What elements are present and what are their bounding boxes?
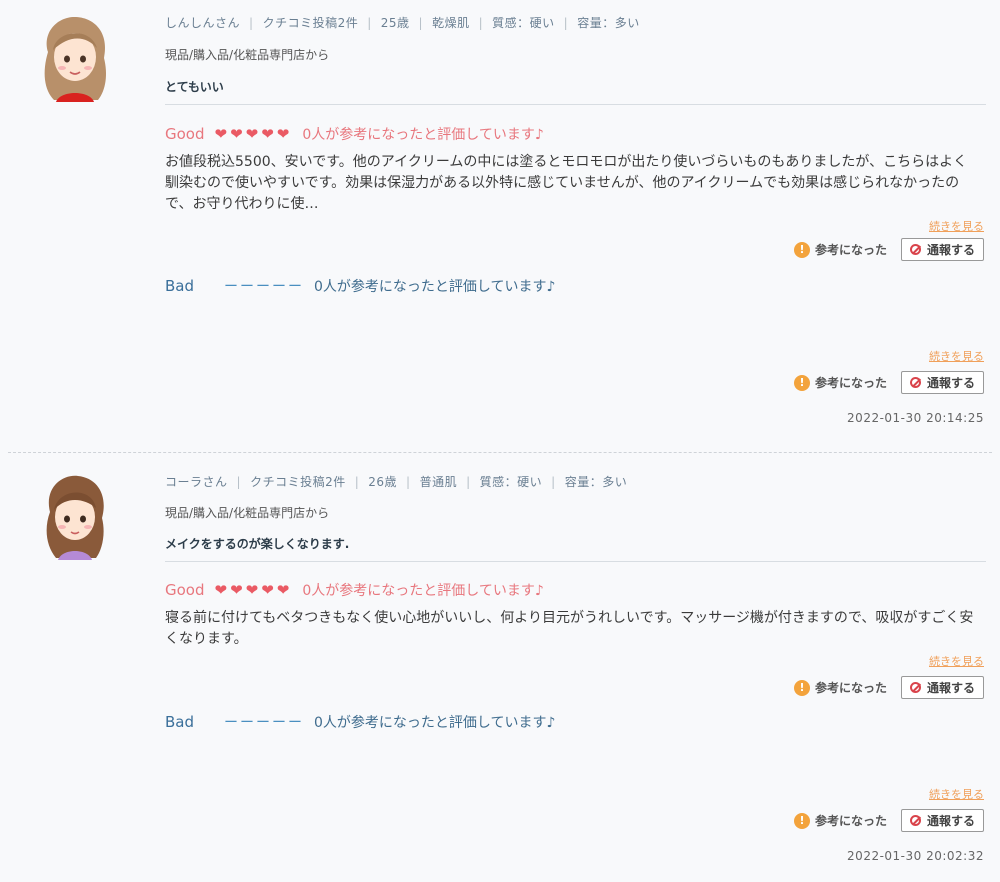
action-buttons: ! 参考になった 通報する: [793, 676, 984, 699]
reviewer-age: 26歳: [368, 475, 398, 489]
user-avatar-icon[interactable]: [34, 12, 116, 102]
read-more-link[interactable]: 続きを見る: [929, 786, 984, 802]
good-section-header: Good ❤❤❤❤❤ 0人が参考になったと評価しています♪: [165, 124, 544, 144]
lightbulb-icon: !: [793, 374, 810, 391]
report-button[interactable]: 通報する: [900, 238, 984, 261]
prohibit-icon: [909, 377, 921, 388]
reviewer-age: 25歳: [380, 16, 410, 30]
read-more-link[interactable]: 続きを見る: [929, 653, 984, 669]
report-label: 通報する: [926, 376, 975, 390]
review-card: コーラさん | クチコミ投稿2件 | 26歳 | 普通肌 | 質感：硬い | 容量：多い 現品/購入…: [0, 456, 1000, 882]
review-headline: メイクをするのが楽しくなります.: [165, 537, 350, 551]
prohibit-icon: [909, 244, 921, 255]
bad-label: Bad: [165, 713, 195, 731]
lightbulb-icon: !: [793, 241, 810, 258]
read-more-link[interactable]: 続きを見る: [929, 218, 984, 234]
reviewer-meta: コーラさん | クチコミ投稿2件 | 26歳 | 普通肌 | 質感：硬い | 容量：多い: [165, 475, 628, 489]
good-review-text: お値段税込5500、安いです。他のアイクリームの中には塗るとモロモロが出たり使い…: [165, 154, 968, 212]
good-label: Good: [165, 125, 205, 143]
texture-rating: 質感：硬い: [492, 16, 555, 30]
good-helpful-count: 0人が参考になったと評価しています♪: [302, 583, 544, 599]
review-timestamp: 2022-01-30 20:02:32: [847, 849, 984, 863]
reviewer-name[interactable]: コーラさん: [165, 475, 228, 489]
amount-rating: 容量：多い: [577, 16, 640, 30]
good-label: Good: [165, 581, 205, 599]
action-buttons: ! 参考になった 通報する: [793, 238, 984, 261]
helpful-label: 参考になった: [814, 376, 887, 390]
helpful-label: 参考になった: [814, 243, 887, 257]
purchase-source: 現品/購入品/化粧品専門店から: [165, 48, 330, 62]
read-more-link[interactable]: 続きを見る: [929, 348, 984, 364]
helpful-label: 参考になった: [814, 814, 887, 828]
helpful-button[interactable]: ! 参考になった: [793, 812, 887, 829]
action-buttons: ! 参考になった 通報する: [793, 809, 984, 832]
good-section-header: Good ❤❤❤❤❤ 0人が参考になったと評価しています♪: [165, 580, 544, 600]
report-label: 通報する: [926, 681, 975, 695]
review-card: しんしんさん | クチコミ投稿2件 | 25歳 | 乾燥肌 | 質感：硬い | 容量：多い 現品/購…: [0, 0, 1000, 452]
good-helpful-count: 0人が参考になったと評価しています♪: [302, 127, 544, 143]
post-count[interactable]: クチコミ投稿2件: [250, 475, 346, 489]
report-label: 通報する: [926, 814, 975, 828]
bad-label: Bad: [165, 277, 195, 295]
lightbulb-icon: !: [793, 812, 810, 829]
review-headline: とてもいい: [165, 80, 224, 94]
bad-helpful-count: 0人が参考になったと評価しています♪: [314, 279, 556, 295]
purchase-source: 現品/購入品/化粧品専門店から: [165, 506, 330, 520]
bad-rating-dashes: ーーーーー: [224, 279, 305, 295]
post-count[interactable]: クチコミ投稿2件: [263, 16, 359, 30]
reviewer-name[interactable]: しんしんさん: [165, 16, 240, 30]
bad-section-header: Bad ーーーーー 0人が参考になったと評価しています♪: [165, 276, 555, 296]
report-button[interactable]: 通報する: [900, 371, 984, 394]
review-timestamp: 2022-01-30 20:14:25: [847, 411, 984, 425]
skin-type: 普通肌: [419, 475, 458, 489]
review-divider: [8, 452, 992, 453]
texture-rating: 質感：硬い: [479, 475, 543, 489]
helpful-label: 参考になった: [814, 681, 887, 695]
good-review-text: 寝る前に付けてもベタつきもなく使い心地がいいし、何より目元がうれしいです。マッサ…: [165, 610, 974, 647]
action-buttons: ! 参考になった 通報する: [793, 371, 984, 394]
amount-rating: 容量：多い: [564, 475, 628, 489]
helpful-button[interactable]: ! 参考になった: [793, 679, 887, 696]
bad-rating-dashes: ーーーーー: [224, 715, 305, 731]
heart-icon: ❤❤❤❤❤: [214, 125, 293, 143]
helpful-button[interactable]: ! 参考になった: [793, 241, 887, 258]
reviewer-meta: しんしんさん | クチコミ投稿2件 | 25歳 | 乾燥肌 | 質感：硬い | 容量：多い: [165, 16, 640, 30]
divider-line: [165, 561, 986, 562]
report-button[interactable]: 通報する: [900, 676, 984, 699]
user-avatar-icon[interactable]: [34, 470, 116, 560]
lightbulb-icon: !: [793, 679, 810, 696]
heart-icon: ❤❤❤❤❤: [214, 581, 293, 599]
bad-section-header: Bad ーーーーー 0人が参考になったと評価しています♪: [165, 712, 555, 732]
report-button[interactable]: 通報する: [900, 809, 984, 832]
divider-line: [165, 104, 986, 105]
bad-helpful-count: 0人が参考になったと評価しています♪: [314, 715, 556, 731]
prohibit-icon: [909, 815, 921, 826]
helpful-button[interactable]: ! 参考になった: [793, 374, 887, 391]
skin-type: 乾燥肌: [432, 16, 470, 30]
prohibit-icon: [909, 682, 921, 693]
report-label: 通報する: [926, 243, 975, 257]
